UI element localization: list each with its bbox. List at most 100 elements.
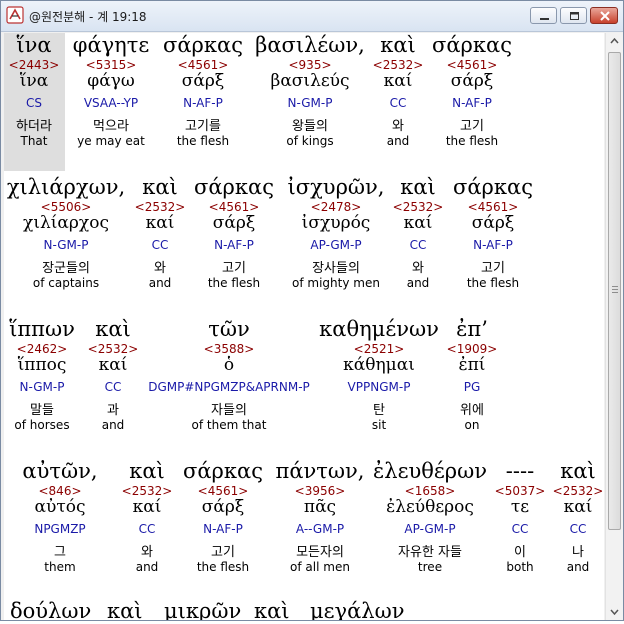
strongs-number[interactable]: <5506> <box>41 200 92 214</box>
parsing-code: A--GM-P <box>295 522 345 536</box>
korean-gloss: 고기 <box>211 545 235 560</box>
parsing-code: N-AF-P <box>452 96 492 110</box>
english-gloss: the flesh <box>196 560 250 574</box>
greek-word: αὐτῶν, <box>22 459 98 483</box>
parsing-code: CC <box>151 238 169 252</box>
lexical-form: αὐτός <box>34 497 86 517</box>
lexical-form: φάγω <box>87 71 135 91</box>
korean-gloss: 와 <box>412 261 424 276</box>
english-gloss: tree <box>417 560 443 574</box>
lexical-form: σάρξ <box>181 71 225 91</box>
lexical-form: καί <box>98 355 128 375</box>
lexical-form: καί <box>563 497 593 517</box>
lexical-form: κάθημαι <box>343 355 415 375</box>
korean-gloss: 자유한 자들 <box>398 545 462 560</box>
strongs-number[interactable]: <2443> <box>9 58 60 72</box>
parsing-code: N-AF-P <box>473 238 513 252</box>
app-logo-icon <box>6 6 24 24</box>
parsing-code: N-GM-P <box>287 96 333 110</box>
greek-word: καὶ <box>400 175 436 199</box>
parsing-code: NPGMZP <box>34 522 86 536</box>
greek-word: πάντων, <box>275 459 365 483</box>
korean-gloss: 왕들의 <box>292 119 328 134</box>
korean-gloss: 과 <box>107 403 119 418</box>
english-gloss: both <box>506 560 534 574</box>
interlinear-view[interactable]: ἵνα <2443> ἵνα CS 하더라 That φάγητε <5315>… <box>4 33 604 620</box>
english-gloss: the flesh <box>466 276 520 290</box>
strongs-number[interactable]: <5037> <box>495 484 546 498</box>
english-gloss: on <box>464 418 480 432</box>
greek-word: ἐπ’ <box>456 317 488 341</box>
lexical-form: ἵππος <box>17 355 67 375</box>
strongs-number[interactable]: <4561> <box>468 200 519 214</box>
strongs-number[interactable]: <846> <box>38 484 81 498</box>
strongs-number[interactable]: <2532> <box>553 484 604 498</box>
korean-gloss: 말들 <box>30 403 54 418</box>
strongs-number[interactable]: <3956> <box>295 484 346 498</box>
greek-word: καὶ <box>254 599 290 620</box>
korean-gloss: 이 <box>514 545 526 560</box>
greek-word: σάρκας <box>194 175 274 199</box>
strongs-number[interactable]: <2521> <box>354 342 405 356</box>
lexical-form: ἵνα <box>19 71 49 91</box>
close-button[interactable] <box>590 7 618 24</box>
parsing-code: VSAA--YP <box>83 96 139 110</box>
korean-gloss: 자들의 <box>211 403 247 418</box>
strongs-number[interactable]: <1909> <box>447 342 498 356</box>
close-icon <box>600 11 610 21</box>
korean-gloss: 와 <box>392 119 404 134</box>
strongs-number[interactable]: <3588> <box>204 342 255 356</box>
strongs-number[interactable]: <2532> <box>373 58 424 72</box>
parsing-code: CS <box>26 96 42 110</box>
strongs-number[interactable]: <4561> <box>198 484 249 498</box>
strongs-number[interactable]: <2532> <box>135 200 186 214</box>
parsing-code: DGMP#NPGMZP&APRNM-P <box>148 380 310 394</box>
maximize-button[interactable] <box>560 7 587 24</box>
greek-word: καὶ <box>95 317 131 341</box>
greek-word: ---- <box>505 459 535 483</box>
parsing-code: VPPNGM-P <box>347 380 411 394</box>
parsing-code: PG <box>463 380 481 394</box>
strongs-number[interactable]: <1658> <box>405 484 456 498</box>
strongs-number[interactable]: <4561> <box>209 200 260 214</box>
strongs-number[interactable]: <2532> <box>88 342 139 356</box>
parsing-code: AP-GM-P <box>310 238 362 252</box>
greek-word: καὶ <box>107 599 143 620</box>
korean-gloss: 장군들의 <box>42 261 90 276</box>
greek-word: χιλιάρχων, <box>6 175 126 199</box>
strongs-number[interactable]: <5315> <box>86 58 137 72</box>
lexical-form: σάρξ <box>212 213 256 233</box>
english-gloss: the flesh <box>445 134 499 148</box>
lexical-form: καί <box>383 71 413 91</box>
greek-word: σάρκας <box>163 33 243 57</box>
maximize-icon <box>570 12 579 20</box>
scrollbar-thumb[interactable] <box>608 52 621 530</box>
lexical-form: ὁ <box>223 355 235 375</box>
strongs-number[interactable]: <935> <box>288 58 331 72</box>
english-gloss: and <box>386 134 410 148</box>
minimize-button[interactable] <box>530 7 557 24</box>
english-gloss: ye may eat <box>77 134 145 148</box>
parsing-code: CC <box>409 238 427 252</box>
strongs-number[interactable]: <2532> <box>122 484 173 498</box>
strongs-number[interactable]: <4561> <box>178 58 229 72</box>
greek-word: σάρκας <box>432 33 512 57</box>
vertical-scrollbar[interactable] <box>605 33 623 620</box>
title-bar[interactable]: @원전분해 - 계 19:18 <box>1 1 623 32</box>
app-window: @원전분해 - 계 19:18 ἵνα <2443> ἵνα CS 하더라 Th… <box>0 0 624 621</box>
english-gloss: of all men <box>290 560 350 574</box>
strongs-number[interactable]: <4561> <box>447 58 498 72</box>
greek-word: σάρκας <box>183 459 263 483</box>
strongs-number[interactable]: <2532> <box>393 200 444 214</box>
korean-gloss: 탄 <box>373 403 385 418</box>
strongs-number[interactable]: <2478> <box>311 200 362 214</box>
lexical-form: τε <box>510 497 530 517</box>
lexical-form: καί <box>145 213 175 233</box>
english-gloss: and <box>566 560 590 574</box>
english-gloss: of horses <box>14 418 70 432</box>
strongs-number[interactable]: <2462> <box>17 342 68 356</box>
scroll-down-button[interactable] <box>606 603 623 620</box>
greek-word: καὶ <box>560 459 596 483</box>
parsing-code: CC <box>569 522 587 536</box>
scroll-up-button[interactable] <box>606 33 623 50</box>
